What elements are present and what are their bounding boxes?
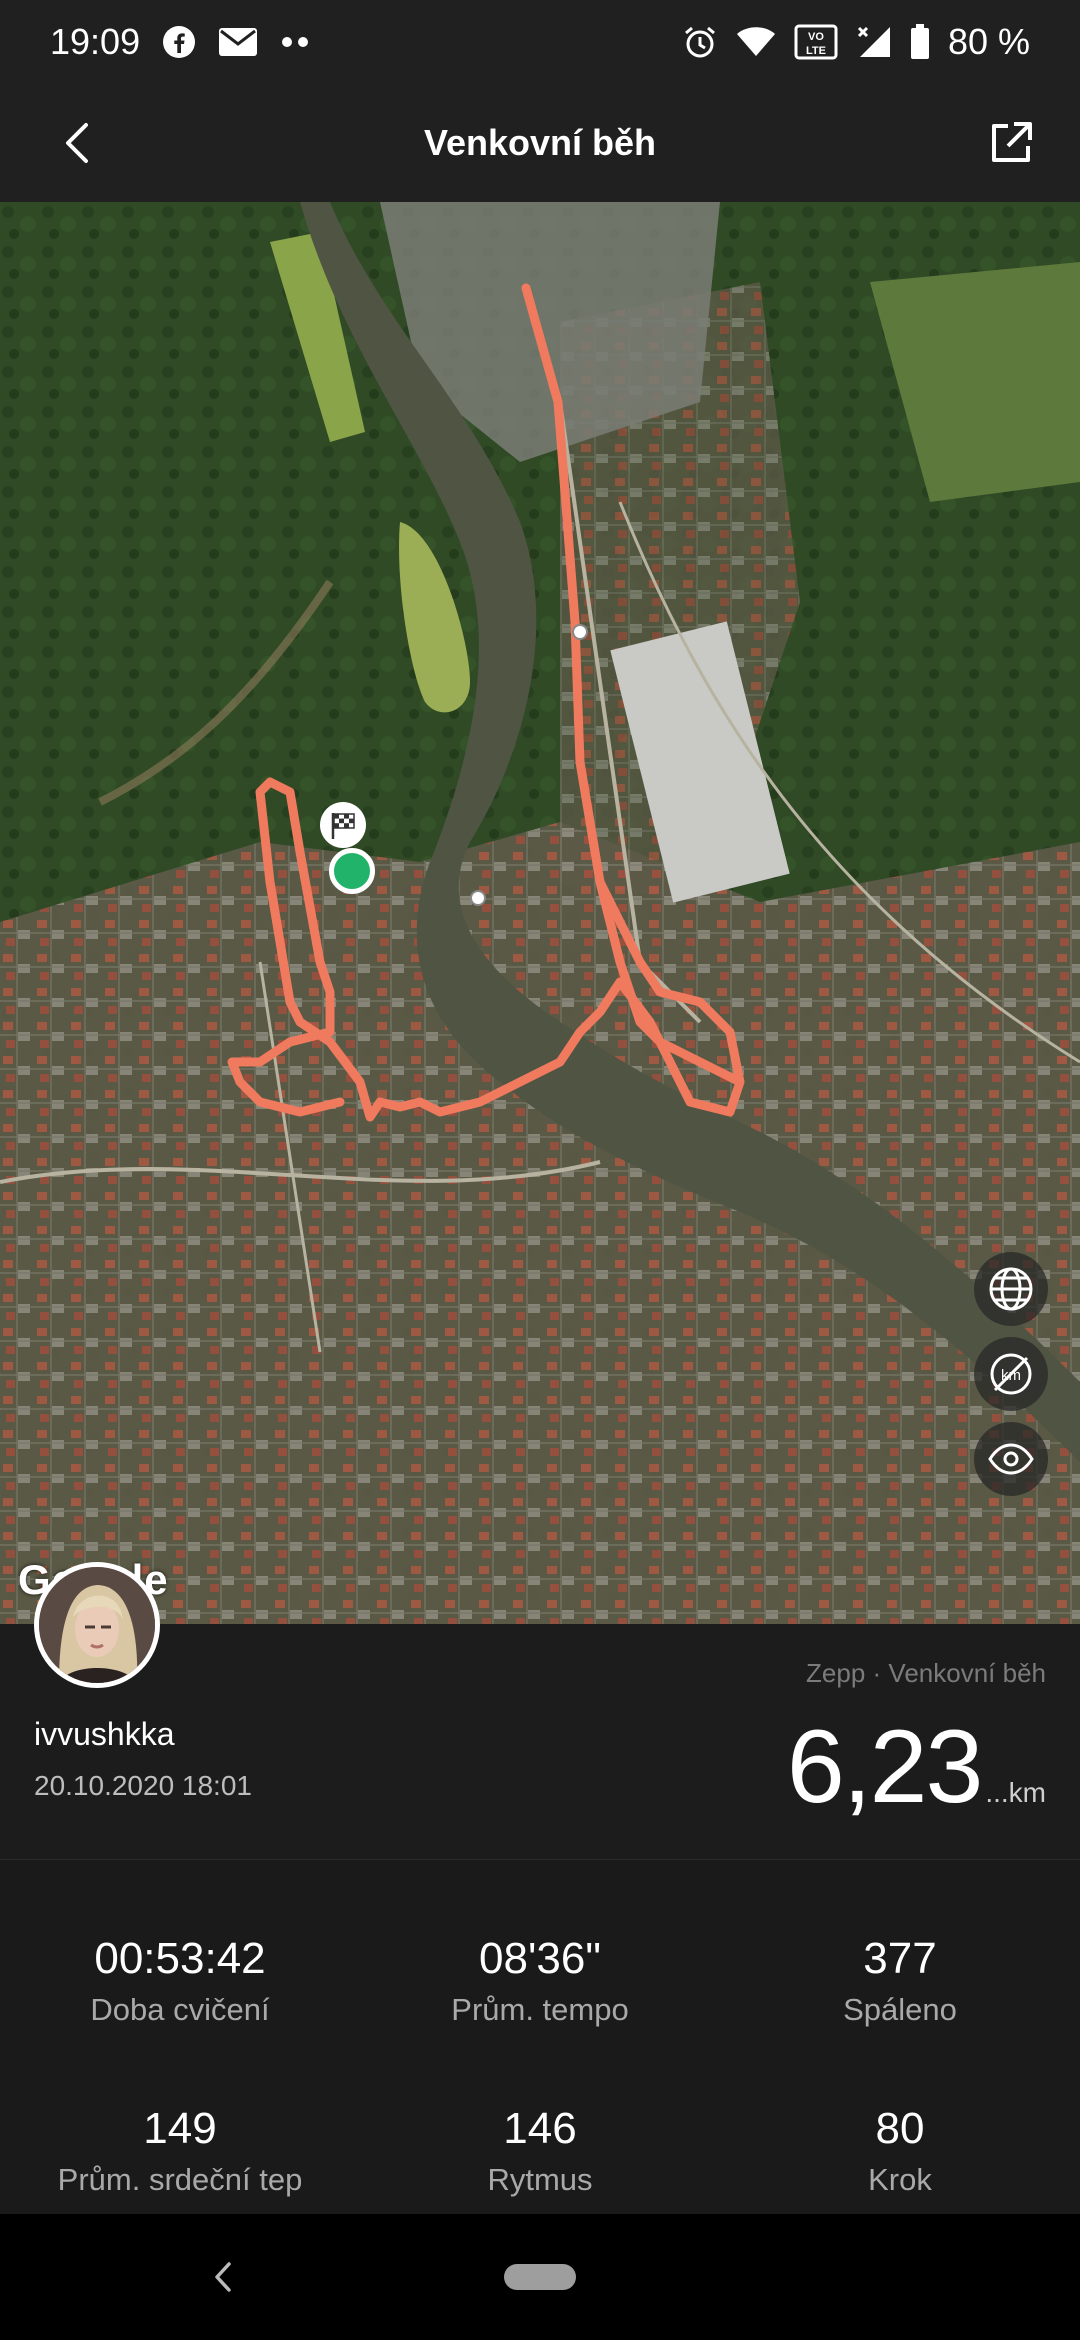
distance: 6,23 ...km xyxy=(787,1708,1046,1827)
stat-value: 08'36" xyxy=(479,1934,601,1983)
stat-duration: 00:53:42 Doba cvičení xyxy=(0,1934,360,2028)
route-track xyxy=(227,283,745,1122)
stat-value: 149 xyxy=(143,2104,217,2153)
km-markers-toggle[interactable]: km xyxy=(974,1337,1048,1411)
stat-avg-pace: 08'36" Prům. tempo xyxy=(360,1934,720,2028)
stat-label: Doba cvičení xyxy=(90,1992,270,2027)
status-bar: 19:09 VO LTE 80 % xyxy=(0,0,1080,84)
globe-icon xyxy=(989,1267,1033,1311)
stat-label: Prům. srdeční tep xyxy=(57,2162,303,2197)
svg-text:VO: VO xyxy=(808,31,824,43)
route-map[interactable]: km Google xyxy=(0,202,1080,1624)
map-type-button[interactable] xyxy=(974,1252,1048,1326)
battery-percent: 80 % xyxy=(947,21,1030,62)
svg-text:LTE: LTE xyxy=(806,45,826,57)
km-marker-off-icon: km xyxy=(990,1353,1032,1395)
workout-datetime: 20.10.2020 18:01 xyxy=(34,1770,252,1801)
stat-calories: 377 Spáleno xyxy=(720,1934,1080,2028)
stat-label: Rytmus xyxy=(487,2162,593,2197)
wifi-icon xyxy=(736,26,776,58)
eye-icon xyxy=(988,1443,1034,1475)
visibility-toggle[interactable] xyxy=(974,1422,1048,1496)
stat-label: Spáleno xyxy=(843,1992,957,2027)
stat-stride: 80 Krok xyxy=(720,2104,1080,2198)
stat-cadence: 146 Rytmus xyxy=(360,2104,720,2198)
distance-value: 6,23 xyxy=(786,1709,983,1825)
stat-value: 146 xyxy=(503,2104,577,2153)
back-chevron-icon xyxy=(66,123,88,163)
workout-summary: ivvushkka 20.10.2020 18:01 Zepp · Venkov… xyxy=(0,1562,1080,1860)
signal-icon xyxy=(856,25,892,59)
distance-unit: ...km xyxy=(985,1777,1046,1808)
share-icon xyxy=(992,122,1032,162)
checkered-flag-icon xyxy=(331,813,355,839)
system-nav-bar xyxy=(0,2214,1080,2340)
stats-grid: 00:53:42 Doba cvičení 08'36" Prům. tempo… xyxy=(0,1860,1080,2214)
status-left: 19:09 xyxy=(50,21,310,63)
facebook-icon xyxy=(162,25,196,59)
status-right: VO LTE 80 % xyxy=(682,21,1030,63)
finish-flag-marker xyxy=(320,802,366,848)
app-bar: Venkovní běh xyxy=(0,84,1080,202)
nav-home-pill[interactable] xyxy=(504,2264,576,2290)
km-marker xyxy=(572,624,588,640)
start-marker xyxy=(329,848,375,894)
nav-back-button[interactable] xyxy=(200,2254,246,2300)
stat-value: 80 xyxy=(875,2104,925,2153)
stat-value: 377 xyxy=(863,1934,937,1983)
page-title: Venkovní běh xyxy=(423,122,657,163)
username: ivvushkka xyxy=(34,1716,175,1752)
status-time: 19:09 xyxy=(50,21,141,62)
nav-back-icon xyxy=(215,2262,231,2292)
stat-value: 00:53:42 xyxy=(94,1934,266,1983)
km-marker xyxy=(470,890,486,906)
volte-icon: VO LTE xyxy=(794,24,838,60)
mail-icon xyxy=(218,27,258,57)
share-button[interactable] xyxy=(978,110,1044,176)
stat-label: Prům. tempo xyxy=(451,1992,629,2027)
stat-label: Krok xyxy=(868,2162,932,2197)
stat-avg-heart-rate: 149 Prům. srdeční tep xyxy=(0,2104,360,2198)
alarm-icon xyxy=(682,24,718,60)
back-button[interactable] xyxy=(44,110,110,176)
avatar[interactable] xyxy=(34,1562,160,1688)
more-dots-icon xyxy=(280,36,310,48)
battery-icon xyxy=(910,24,930,60)
workout-source: Zepp · Venkovní běh xyxy=(806,1658,1046,1688)
